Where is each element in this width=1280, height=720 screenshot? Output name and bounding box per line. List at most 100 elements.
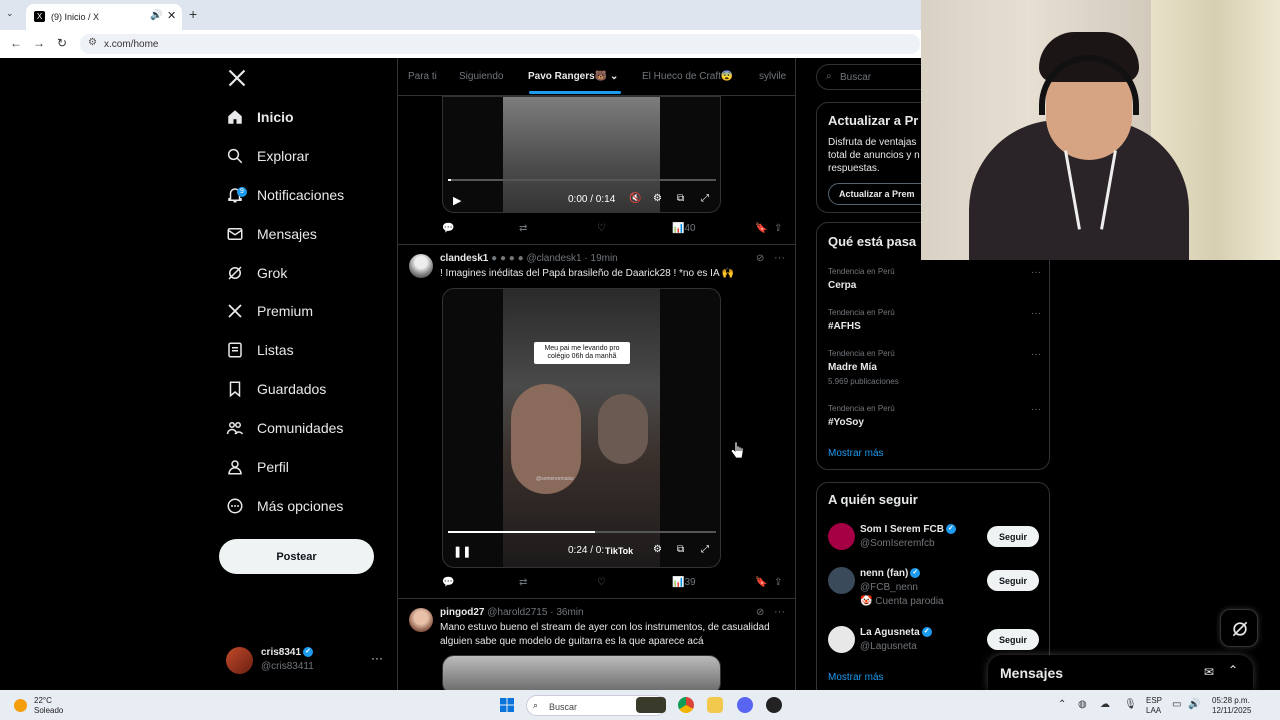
sidebar-item-guardados[interactable]: Guardados — [226, 374, 326, 404]
pip-icon[interactable]: ⧉ — [677, 193, 684, 204]
pip-icon[interactable]: ⧉ — [677, 544, 684, 555]
author-name[interactable]: pingod27 — [440, 607, 484, 618]
more-icon[interactable]: ··· — [1031, 349, 1041, 360]
forward-icon[interactable]: → — [33, 36, 45, 50]
trend-item[interactable]: Tendencia en Perú #YoSoy ··· — [828, 404, 1043, 428]
discord-icon[interactable] — [737, 697, 753, 713]
tray-expand-icon[interactable]: ⌃ — [1058, 699, 1066, 710]
views-icon[interactable]: 📊 40 — [672, 223, 696, 234]
sidebar-item-más-opciones[interactable]: Más opciones — [226, 491, 343, 521]
sidebar-item-explorar[interactable]: Explorar — [226, 141, 309, 171]
fullscreen-icon[interactable]: ⤢ — [701, 193, 709, 204]
close-tab-icon[interactable]: ✕ — [167, 9, 176, 22]
video-player[interactable]: ▶ 0:00 / 0:14 🔇 ⚙ ⧉ ⤢ — [442, 96, 721, 213]
sidebar-item-grok[interactable]: Grok — [226, 258, 287, 288]
follow-button[interactable]: Seguir — [987, 629, 1039, 650]
video-player[interactable]: Meu pai me levando pro colégio 06h da ma… — [442, 288, 721, 568]
sidebar-item-premium[interactable]: Premium — [226, 296, 313, 326]
chrome-icon[interactable] — [678, 697, 694, 713]
messages-drawer[interactable]: Mensajes ✉ ⌃ — [988, 655, 1253, 690]
battery-icon[interactable]: ▭ — [1172, 699, 1181, 710]
author-name[interactable]: clandesk1 — [440, 253, 488, 264]
more-icon[interactable]: ··· — [1031, 267, 1041, 278]
grok-floating-button[interactable] — [1220, 609, 1258, 647]
tab-pavo-rangers[interactable]: Pavo Rangers🐻 ⌄ — [528, 71, 618, 82]
more-icon[interactable]: ··· — [1031, 404, 1041, 415]
post-button[interactable]: Postear — [219, 539, 374, 574]
sidebar-item-mensajes[interactable]: Mensajes — [226, 219, 317, 249]
weather-icon[interactable] — [14, 699, 27, 712]
author-handle[interactable]: @clandesk1 · 19min — [526, 253, 617, 264]
clock-time[interactable]: 05:28 p.m. — [1212, 696, 1250, 705]
settings-icon[interactable]: ⚙ — [653, 544, 662, 555]
follow-button[interactable]: Seguir — [987, 526, 1039, 547]
tray-app-icon[interactable]: ◍ — [1078, 699, 1087, 710]
settings-icon[interactable]: ⚙ — [653, 193, 662, 204]
play-icon[interactable]: ▶ — [453, 194, 461, 207]
obs-icon[interactable] — [766, 697, 782, 713]
avatar[interactable] — [828, 567, 855, 594]
grok-icon[interactable]: ⊘ — [756, 253, 764, 264]
share-icon[interactable]: ⇪ — [774, 223, 782, 234]
like-icon[interactable]: ♡ — [597, 577, 606, 588]
reply-icon[interactable]: 💬 — [442, 223, 454, 234]
post-image[interactable] — [442, 655, 721, 690]
avatar[interactable] — [409, 254, 433, 278]
grok-icon[interactable]: ⊘ — [756, 607, 764, 618]
repost-icon[interactable]: ⇄ — [519, 577, 527, 588]
cloud-icon[interactable]: ☁ — [1100, 699, 1110, 710]
back-icon[interactable]: ← — [10, 36, 22, 50]
tab-hueco-de-craft[interactable]: El Hueco de Craft😨 — [642, 71, 733, 82]
microphone-icon[interactable]: 🎙 — [1124, 699, 1137, 710]
more-icon[interactable]: ··· — [774, 606, 785, 618]
show-more-link[interactable]: Mostrar más — [828, 672, 884, 683]
address-bar[interactable]: ⚙ x.com/home — [80, 34, 920, 54]
tab-para-ti[interactable]: Para ti — [408, 71, 437, 82]
speaker-icon[interactable]: 🔊 — [150, 10, 162, 21]
tab-sylvile[interactable]: sylvile — [759, 71, 786, 82]
avatar[interactable] — [828, 523, 855, 550]
fullscreen-icon[interactable]: ⤢ — [701, 544, 709, 555]
mute-icon[interactable]: 🔇 — [629, 193, 641, 204]
game-app-icon[interactable] — [636, 697, 666, 713]
new-tab-icon[interactable]: + — [189, 6, 197, 22]
tab-search-icon[interactable]: ⌄ — [6, 8, 14, 19]
video-progress[interactable] — [448, 531, 716, 533]
video-progress[interactable] — [448, 179, 716, 181]
sidebar-item-listas[interactable]: Listas — [226, 335, 294, 365]
show-more-link[interactable]: Mostrar más — [828, 448, 884, 459]
trend-item[interactable]: Tendencia en Perú Madre Mía 5.969 publicac… — [828, 349, 1043, 386]
language-code[interactable]: ESP — [1146, 696, 1162, 705]
bookmark-icon[interactable]: 🔖 — [755, 577, 767, 588]
clock-date[interactable]: 12/11/2025 — [1212, 706, 1251, 715]
sidebar-item-perfil[interactable]: Perfil — [226, 452, 289, 482]
more-icon[interactable]: ··· — [1031, 308, 1041, 319]
follow-suggestion[interactable]: Som I Serem FCB ✓ @SomIseremfcb Seguir — [828, 523, 1043, 557]
reload-icon[interactable]: ↻ — [57, 36, 67, 50]
pause-icon[interactable]: ❚❚ — [453, 545, 471, 558]
sidebar-item-inicio[interactable]: Inicio — [226, 102, 294, 132]
bookmark-icon[interactable]: 🔖 — [755, 223, 767, 234]
browser-tab[interactable]: X (9) Inicio / X 🔊 ✕ — [26, 4, 182, 30]
file-explorer-icon[interactable] — [707, 697, 723, 713]
like-icon[interactable]: ♡ — [597, 223, 606, 234]
share-icon[interactable]: ⇪ — [774, 577, 782, 588]
repost-icon[interactable]: ⇄ — [519, 223, 527, 234]
follow-button[interactable]: Seguir — [987, 570, 1039, 591]
account-switcher[interactable]: cris8341 ✓ @cris83411 ··· — [226, 643, 386, 677]
x-logo-icon[interactable] — [227, 68, 247, 88]
keyboard-layout[interactable]: LAA — [1146, 706, 1161, 715]
sidebar-item-notificaciones[interactable]: 9 Notificaciones — [226, 180, 344, 210]
volume-icon[interactable]: 🔊 — [1188, 699, 1200, 710]
more-icon[interactable]: ··· — [774, 252, 785, 264]
follow-suggestion[interactable]: nenn (fan) ✓ @FCB_nenn 🤡 Cuenta parodia Segu… — [828, 567, 1043, 607]
more-icon[interactable]: ··· — [371, 651, 383, 665]
reply-icon[interactable]: 💬 — [442, 577, 454, 588]
site-info-icon[interactable]: ⚙ — [88, 37, 97, 48]
avatar[interactable] — [828, 626, 855, 653]
views-icon[interactable]: 📊 39 — [672, 577, 696, 588]
windows-start-icon[interactable] — [500, 698, 514, 712]
sidebar-item-comunidades[interactable]: Comunidades — [226, 413, 343, 443]
tab-siguiendo[interactable]: Siguiendo — [459, 71, 503, 82]
compose-message-icon[interactable]: ✉ — [1204, 665, 1214, 679]
